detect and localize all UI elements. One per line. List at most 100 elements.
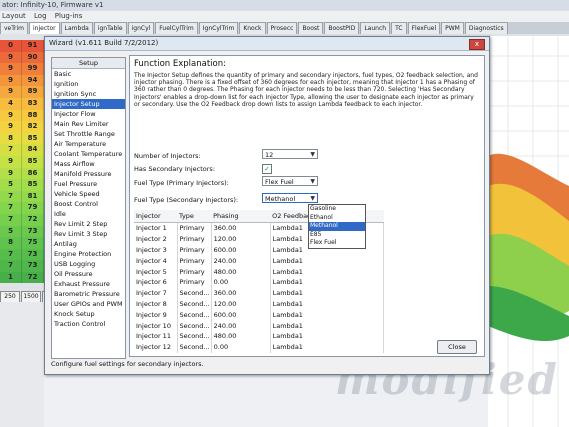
map-cell[interactable]: 85: [22, 179, 44, 191]
tab-lambda[interactable]: Lambda: [60, 22, 93, 34]
map-cell[interactable]: 9: [0, 121, 22, 133]
fuel-option-flex-fuel[interactable]: Flex Fuel: [309, 239, 365, 248]
table-row[interactable]: Injector 10 Second... 240.00 Lambda1: [134, 320, 385, 331]
table-cell[interactable]: Second...: [177, 298, 212, 310]
tab-launch[interactable]: Launch: [360, 22, 391, 34]
map-cell[interactable]: 72: [22, 271, 44, 284]
table-cell[interactable]: Second...: [177, 320, 212, 331]
table-cell[interactable]: Lambda1: [270, 330, 385, 342]
map-cell[interactable]: 9: [0, 109, 22, 122]
nav-item-ignition-sync[interactable]: Ignition Sync: [52, 89, 125, 99]
table-cell[interactable]: 120.00: [211, 233, 271, 245]
tab-vetrim[interactable]: veTrim: [0, 22, 29, 34]
map-cell[interactable]: 7: [0, 144, 22, 156]
tab-boost[interactable]: Boost: [298, 22, 324, 34]
map-cell[interactable]: 90: [22, 51, 44, 64]
map-cell[interactable]: 94: [22, 74, 44, 87]
map-cell[interactable]: 7: [0, 260, 22, 272]
table-cell[interactable]: Second...: [177, 330, 212, 342]
table-cell[interactable]: 360.00: [211, 287, 271, 299]
table-cell[interactable]: Primary: [177, 222, 212, 234]
table-cell[interactable]: 240.00: [211, 320, 271, 331]
map-cell[interactable]: 9: [0, 74, 22, 87]
nav-item-set-throttle-range[interactable]: Set Throttle Range: [52, 129, 125, 139]
table-cell[interactable]: Lambda1: [270, 266, 385, 277]
map-cell[interactable]: 9: [0, 155, 22, 168]
tab-igncyl[interactable]: ignCyl: [127, 22, 155, 34]
close-button[interactable]: Close: [437, 340, 477, 354]
nav-item-usb-logging[interactable]: USB Logging: [52, 259, 125, 269]
tab-tc[interactable]: TC: [391, 22, 407, 34]
table-cell[interactable]: Second...: [177, 341, 212, 353]
map-cell[interactable]: 9: [0, 51, 22, 64]
table-row[interactable]: Injector 11 Second... 480.00 Lambda1: [134, 330, 385, 342]
num-injectors-select[interactable]: 12 ▼: [262, 149, 318, 159]
map-cell[interactable]: 73: [22, 248, 44, 261]
tab-boostpid[interactable]: BoostPID: [324, 22, 360, 34]
fuel-secondary-select[interactable]: Methanol ▼: [262, 193, 318, 203]
map-cell[interactable]: 7: [0, 202, 22, 214]
tab-igntable[interactable]: ignTable: [93, 22, 127, 34]
nav-item-idle[interactable]: Idle: [52, 209, 125, 219]
table-cell[interactable]: Second...: [177, 287, 212, 299]
nav-item-injector-setup[interactable]: Injector Setup: [52, 99, 125, 109]
tab-igncyltrim[interactable]: IgnCylTrim: [198, 22, 239, 34]
map-cell[interactable]: 84: [22, 144, 44, 156]
map-cell[interactable]: 1: [0, 271, 22, 284]
map-cell[interactable]: 73: [22, 260, 44, 272]
table-cell[interactable]: Lambda1: [270, 341, 385, 353]
map-cell[interactable]: 85: [22, 132, 44, 145]
fuel-type-dropdown[interactable]: Gasoline Ethanol Methanol E85 Flex Fuel: [308, 204, 366, 249]
nav-item-fuel-pressure[interactable]: Fuel Pressure: [52, 179, 125, 189]
table-cell[interactable]: 480.00: [211, 266, 271, 277]
map-cell[interactable]: 7: [0, 213, 22, 226]
nav-item-barometric-pressure[interactable]: Barometric Pressure: [52, 289, 125, 299]
fuel-option-ethanol[interactable]: Ethanol: [309, 214, 365, 223]
map-cell[interactable]: 7: [0, 190, 22, 203]
menu-plugins[interactable]: Plug-ins: [55, 12, 83, 20]
table-row[interactable]: Injector 8 Second... 120.00 Lambda1: [134, 298, 385, 310]
nav-item-mass-airflow[interactable]: Mass Airflow: [52, 159, 125, 169]
nav-item-exhaust-pressure[interactable]: Exhaust Pressure: [52, 279, 125, 289]
map-cell[interactable]: 85: [22, 155, 44, 168]
table-cell[interactable]: 480.00: [211, 330, 271, 342]
map-cell[interactable]: 88: [22, 109, 44, 122]
table-cell[interactable]: 360.00: [211, 222, 271, 234]
table-cell[interactable]: Lambda1: [270, 298, 385, 310]
table-cell[interactable]: 0.00: [211, 276, 271, 288]
nav-item-traction-control[interactable]: Traction Control: [52, 319, 125, 329]
table-row[interactable]: Injector 9 Second... 600.00 Lambda1: [134, 309, 385, 321]
map-cell[interactable]: 4: [0, 97, 22, 110]
map-cell[interactable]: 91: [22, 40, 44, 52]
tab-diagnostics[interactable]: Diagnostics: [464, 22, 508, 34]
nav-item-engine-protection[interactable]: Engine Protection: [52, 249, 125, 259]
map-cell[interactable]: 9: [0, 86, 22, 98]
nav-item-rev-limit-2-step[interactable]: Rev Limit 2 Step: [52, 219, 125, 229]
map-cell[interactable]: 5: [0, 179, 22, 191]
table-cell[interactable]: 240.00: [211, 255, 271, 267]
map-cell[interactable]: 9: [0, 63, 22, 75]
map-cell[interactable]: 7: [0, 248, 22, 261]
table-row[interactable]: Injector 7 Second... 360.00 Lambda1: [134, 287, 385, 299]
nav-item-main-rev-limiter[interactable]: Main Rev Limiter: [52, 119, 125, 129]
table-cell[interactable]: 600.00: [211, 309, 271, 321]
table-cell[interactable]: Lambda1: [270, 255, 385, 267]
nav-item-vehicle-speed[interactable]: Vehicle Speed: [52, 189, 125, 199]
nav-item-basic[interactable]: Basic: [52, 69, 125, 79]
nav-item-antilag[interactable]: Antilag: [52, 239, 125, 249]
fuel-option-e85[interactable]: E85: [309, 231, 365, 240]
table-row[interactable]: Injector 6 Primary 0.00 Lambda1: [134, 276, 385, 288]
tab-fuelcyltrim[interactable]: FuelCylTrim: [155, 22, 198, 34]
map-cell[interactable]: 0: [0, 40, 22, 52]
nav-item-knock-setup[interactable]: Knock Setup: [52, 309, 125, 319]
map-cell[interactable]: 81: [22, 190, 44, 203]
nav-item-rev-limit-3-step[interactable]: Rev Limit 3 Step: [52, 229, 125, 239]
map-cell[interactable]: 8: [0, 132, 22, 145]
menu-log[interactable]: Log: [34, 12, 47, 20]
has-secondary-checkbox[interactable]: ✓: [262, 164, 272, 174]
table-row[interactable]: Injector 5 Primary 480.00 Lambda1: [134, 266, 385, 277]
nav-item-coolant-temperature[interactable]: Coolant Temperature: [52, 149, 125, 159]
map-cell[interactable]: 86: [22, 167, 44, 180]
table-row[interactable]: Injector 12 Second... 0.00 Lambda1: [134, 341, 385, 353]
menu-layout[interactable]: Layout: [2, 12, 26, 20]
